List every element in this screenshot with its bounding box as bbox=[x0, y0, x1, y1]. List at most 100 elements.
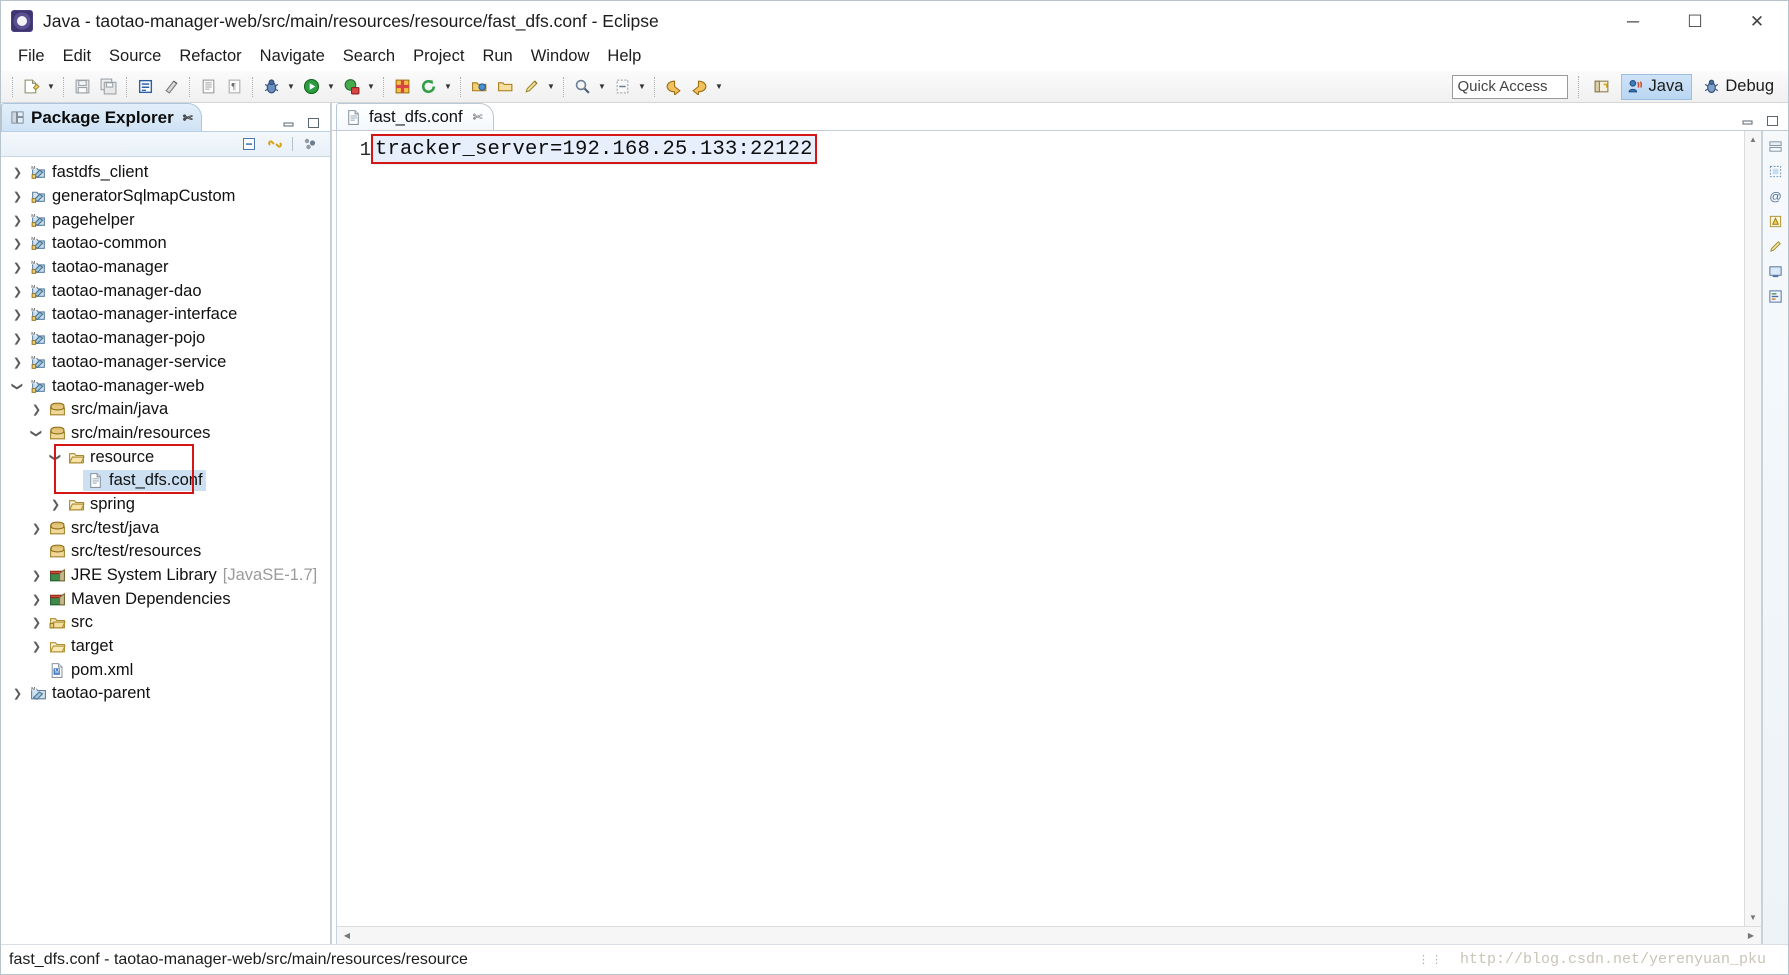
back-arrow-icon[interactable] bbox=[661, 75, 685, 99]
close-icon[interactable]: ✄ bbox=[473, 110, 483, 124]
menu-edit[interactable]: Edit bbox=[54, 44, 100, 69]
search-dropdown-arrow[interactable]: ▼ bbox=[595, 75, 609, 99]
tree-item-fastdfs-client[interactable]: ❯ Mfastdfs_client bbox=[1, 161, 330, 185]
chevron-right-icon[interactable]: ❯ bbox=[9, 285, 26, 298]
editor-horizontal-scrollbar[interactable]: ◀ ▶ bbox=[337, 926, 1761, 944]
chevron-right-icon[interactable]: ❯ bbox=[9, 261, 26, 274]
minimize-icon[interactable] bbox=[1740, 114, 1755, 127]
menu-source[interactable]: Source bbox=[100, 44, 170, 69]
chevron-down-icon[interactable]: ❯ bbox=[11, 378, 24, 395]
quick-access-input[interactable]: Quick Access bbox=[1451, 74, 1568, 99]
menu-navigate[interactable]: Navigate bbox=[251, 44, 334, 69]
open-perspective-icon[interactable] bbox=[1589, 75, 1615, 99]
project-tree[interactable]: ❯ Mfastdfs_client ❯ generatorSqlmapCustom ❯ M… bbox=[1, 157, 330, 944]
block-selection-icon[interactable] bbox=[1767, 162, 1785, 180]
warning-icon[interactable] bbox=[1767, 212, 1785, 230]
perspective-debug[interactable]: Debug bbox=[1698, 74, 1782, 100]
tree-item-pom-xml[interactable]: Mpom.xml bbox=[1, 658, 330, 682]
refresh-icon[interactable] bbox=[416, 75, 440, 99]
chevron-right-icon[interactable]: ❯ bbox=[9, 332, 26, 345]
collapse-all-icon[interactable] bbox=[239, 134, 259, 154]
tree-item-src[interactable]: ❯ src bbox=[1, 611, 330, 635]
maximize-button[interactable]: ☐ bbox=[1664, 1, 1726, 41]
save-all-icon[interactable] bbox=[96, 75, 120, 99]
chevron-right-icon[interactable]: ❯ bbox=[28, 403, 45, 416]
menu-run[interactable]: Run bbox=[473, 44, 521, 69]
minimize-button[interactable]: ─ bbox=[1602, 1, 1664, 41]
tree-item-taotao-manager-pojo[interactable]: ❯ Mtaotao-manager-pojo bbox=[1, 327, 330, 351]
chevron-down-icon[interactable]: ❯ bbox=[49, 449, 62, 466]
menu-project[interactable]: Project bbox=[404, 44, 473, 69]
maximize-icon[interactable] bbox=[306, 116, 321, 129]
editor-vertical-scrollbar[interactable]: ▲ ▼ bbox=[1744, 131, 1761, 926]
refresh-dropdown-arrow[interactable]: ▼ bbox=[441, 75, 455, 99]
chevron-down-icon[interactable]: ❯ bbox=[30, 425, 43, 442]
chevron-right-icon[interactable]: ❯ bbox=[9, 356, 26, 369]
new-file-dropdown-arrow[interactable]: ▼ bbox=[44, 75, 58, 99]
tree-item-target[interactable]: ❯ target bbox=[1, 635, 330, 659]
save-icon[interactable] bbox=[70, 75, 94, 99]
debug-dropdown-arrow[interactable]: ▼ bbox=[284, 75, 298, 99]
chevron-right-icon[interactable]: ❯ bbox=[28, 593, 45, 606]
view-menu-icon[interactable] bbox=[300, 134, 320, 154]
quickfix-icon[interactable] bbox=[1767, 237, 1785, 255]
code-text[interactable]: tracker_server=192.168.25.133:22122 bbox=[371, 131, 1744, 926]
tree-item-src-main-resources[interactable]: ❯ src/main/resources bbox=[1, 422, 330, 446]
chevron-right-icon[interactable]: ❯ bbox=[9, 190, 26, 203]
debug-bug-icon[interactable] bbox=[259, 75, 283, 99]
menu-help[interactable]: Help bbox=[598, 44, 650, 69]
print-icon[interactable] bbox=[493, 75, 517, 99]
tree-item-src-test-resources[interactable]: src/test/resources bbox=[1, 540, 330, 564]
chevron-right-icon[interactable]: ❯ bbox=[9, 308, 26, 321]
close-icon[interactable]: ✄ bbox=[183, 111, 193, 125]
open-task-icon[interactable] bbox=[467, 75, 491, 99]
outline-icon[interactable] bbox=[1767, 287, 1785, 305]
tree-item-src-main-java[interactable]: ❯ src/main/java bbox=[1, 398, 330, 422]
tree-item-taotao-parent[interactable]: ❯ Mtaotao-parent bbox=[1, 682, 330, 706]
forward-arrow-icon[interactable] bbox=[687, 75, 711, 99]
tree-item-taotao-common[interactable]: ❯ Mtaotao-common bbox=[1, 232, 330, 256]
tree-item-taotao-manager-interface[interactable]: ❯ Mtaotao-manager-interface bbox=[1, 303, 330, 327]
tree-item-jre-system-library[interactable]: ❯ JRE System Library [JavaSE-1.7] bbox=[1, 564, 330, 588]
chevron-right-icon[interactable]: ❯ bbox=[9, 166, 26, 179]
chevron-right-icon[interactable]: ❯ bbox=[28, 569, 45, 582]
tree-item-taotao-manager-service[interactable]: ❯ Mtaotao-manager-service bbox=[1, 351, 330, 375]
scroll-down-icon[interactable]: ▼ bbox=[1745, 909, 1762, 926]
breadcrumb-icon[interactable] bbox=[1767, 137, 1785, 155]
external-tools-dropdown-arrow[interactable]: ▼ bbox=[364, 75, 378, 99]
scroll-right-icon[interactable]: ▶ bbox=[1743, 928, 1759, 944]
pencil-dropdown-arrow[interactable]: ▼ bbox=[544, 75, 558, 99]
tree-item-maven-dependencies[interactable]: ❯ Maven Dependencies bbox=[1, 587, 330, 611]
tree-item-taotao-manager-dao[interactable]: ❯ Mtaotao-manager-dao bbox=[1, 279, 330, 303]
tree-item-resource[interactable]: ❯ resource bbox=[1, 445, 330, 469]
new-java-project-icon[interactable] bbox=[390, 75, 414, 99]
chevron-right-icon[interactable]: ❯ bbox=[28, 640, 45, 653]
tree-item-taotao-manager-web[interactable]: ❯ Mtaotao-manager-web bbox=[1, 374, 330, 398]
chevron-right-icon[interactable]: ❯ bbox=[28, 522, 45, 535]
new-file-icon[interactable] bbox=[19, 75, 43, 99]
next-annotation-dropdown-arrow[interactable]: ▼ bbox=[635, 75, 649, 99]
display-icon[interactable] bbox=[1767, 262, 1785, 280]
link-with-editor-icon[interactable] bbox=[265, 134, 285, 154]
tab-fast-dfs-conf[interactable]: fast_dfs.conf ✄ bbox=[336, 103, 494, 130]
search-icon[interactable] bbox=[570, 75, 594, 99]
external-tools-icon[interactable] bbox=[339, 75, 363, 99]
menu-refactor[interactable]: Refactor bbox=[170, 44, 250, 69]
forward-dropdown-arrow[interactable]: ▼ bbox=[712, 75, 726, 99]
tree-item-src-test-java[interactable]: ❯ src/test/java bbox=[1, 516, 330, 540]
pencil-icon[interactable] bbox=[519, 75, 543, 99]
tab-package-explorer[interactable]: Package Explorer ✄ bbox=[1, 103, 202, 131]
new-package-icon[interactable] bbox=[159, 75, 183, 99]
maximize-icon[interactable] bbox=[1765, 114, 1780, 127]
tree-item-fast-dfs-conf[interactable]: fast_dfs.conf bbox=[1, 469, 330, 493]
tree-item-spring[interactable]: ❯ spring bbox=[1, 493, 330, 517]
chevron-right-icon[interactable]: ❯ bbox=[47, 498, 64, 511]
open-type-icon[interactable] bbox=[196, 75, 220, 99]
tree-item-taotao-manager[interactable]: ❯ Mtaotao-manager bbox=[1, 256, 330, 280]
code-area[interactable]: 1 tracker_server=192.168.25.133:22122 ▲ … bbox=[337, 131, 1761, 926]
chevron-right-icon[interactable]: ❯ bbox=[9, 237, 26, 250]
at-icon[interactable]: @ bbox=[1767, 187, 1785, 205]
run-dropdown-arrow[interactable]: ▼ bbox=[324, 75, 338, 99]
tree-item-generatorsqlmapcustom[interactable]: ❯ generatorSqlmapCustom bbox=[1, 185, 330, 209]
scroll-up-icon[interactable]: ▲ bbox=[1745, 131, 1762, 148]
